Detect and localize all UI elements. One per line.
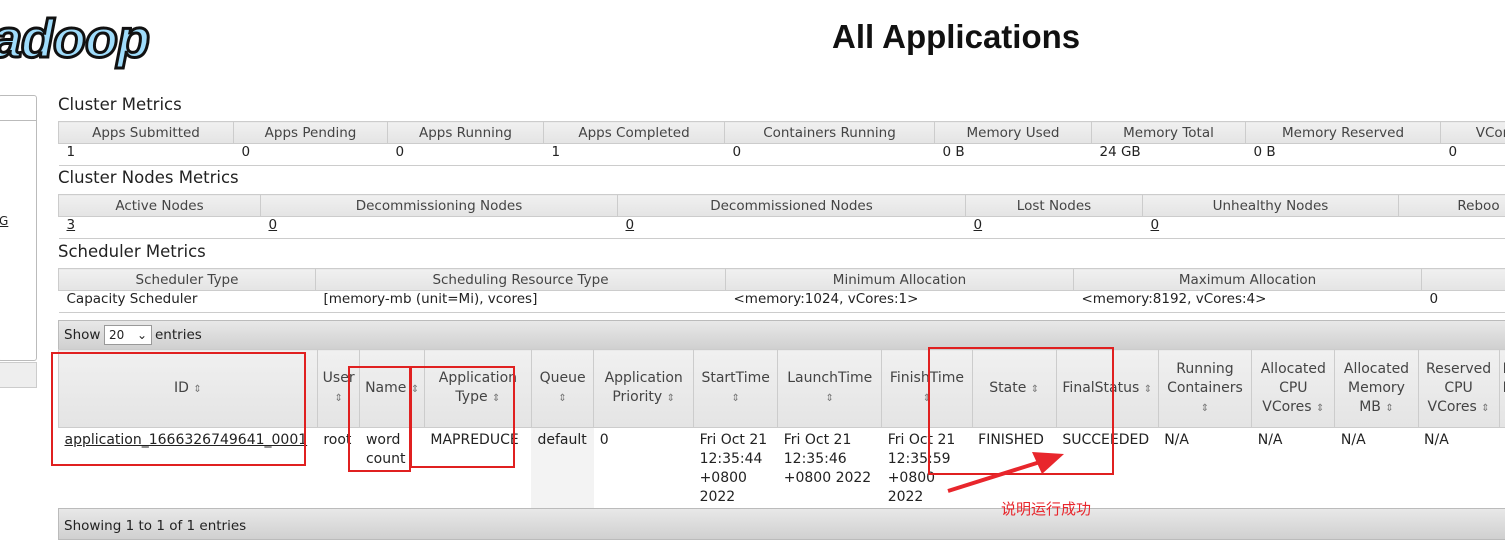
column-header: Apps Submitted (59, 122, 234, 144)
annotation-note: 说明运行成功 (1001, 498, 1091, 519)
column-header[interactable]: StartTime ⇕ (694, 350, 778, 428)
table-cell: 0 B (1246, 144, 1441, 166)
cluster-metrics-table: Apps SubmittedApps PendingApps RunningAp… (58, 121, 1505, 166)
table-cell: 0 (594, 428, 694, 511)
column-header: Reboo (1399, 195, 1505, 217)
table-cell: N/A (1418, 428, 1499, 511)
column-header[interactable]: LaunchTime ⇕ (778, 350, 882, 428)
table-cell: Capacity Scheduler (59, 291, 316, 313)
table-cell: default (531, 428, 593, 511)
column-header[interactable]: Reserved Memory MB ⇕ (1499, 350, 1505, 428)
column-header: VCores (1441, 122, 1505, 144)
table-cell (1399, 217, 1505, 239)
table-cell[interactable]: 0 (618, 217, 966, 239)
table-cell: <memory:1024, vCores:1> (726, 291, 1074, 313)
table-cell: 1 (59, 144, 234, 166)
cluster-nodes-metrics-title: Cluster Nodes Metrics (58, 168, 239, 187)
table-cell: Fri Oct 21 12:35:44 +0800 2022 (694, 428, 778, 511)
sort-icon: ⇕ (558, 393, 566, 404)
column-header: Minimum Allocation (726, 269, 1074, 291)
sort-icon: ⇕ (1201, 403, 1209, 414)
column-header[interactable]: Allocated CPU VCores ⇕ (1252, 350, 1335, 428)
cluster-nodes-metrics-table: Active NodesDecommissioning NodesDecommi… (58, 194, 1505, 239)
column-header (1422, 269, 1505, 291)
sidebar: G (0, 95, 37, 361)
sort-icon: ⇕ (667, 393, 675, 404)
table-cell: N/A (1499, 428, 1505, 511)
sort-icon: ⇕ (1385, 403, 1393, 414)
column-header: Apps Pending (234, 122, 388, 144)
column-header: Scheduler Type (59, 269, 316, 291)
table-cell: 0 (388, 144, 544, 166)
table-cell[interactable]: 0 (1143, 217, 1399, 239)
column-header: Apps Running (388, 122, 544, 144)
annotation-box-type (410, 366, 515, 468)
annotation-arrow-icon (940, 448, 1070, 498)
sort-icon: ⇕ (731, 393, 739, 404)
column-header[interactable]: Allocated Memory MB ⇕ (1335, 350, 1418, 428)
annotation-box-id (51, 352, 306, 466)
cluster-metrics-title: Cluster Metrics (58, 95, 182, 114)
sort-icon: ⇕ (1316, 403, 1324, 414)
table-cell: 0 (1441, 144, 1505, 166)
table-cell: N/A (1158, 428, 1252, 511)
table-cell: 0 (234, 144, 388, 166)
scheduler-metrics-table: Scheduler TypeScheduling Resource TypeMi… (58, 268, 1505, 313)
table-toolbar: Show 20 ⌄ entries (58, 320, 1505, 350)
table-footer: Showing 1 to 1 of 1 entries (58, 508, 1505, 540)
table-row: Capacity Scheduler[memory-mb (unit=Mi), … (59, 291, 1505, 313)
table-cell[interactable]: 0 (966, 217, 1143, 239)
column-header[interactable]: Reserved CPU VCores ⇕ (1418, 350, 1499, 428)
column-header: Maximum Allocation (1074, 269, 1422, 291)
table-cell: Fri Oct 21 12:35:46 +0800 2022 (778, 428, 882, 511)
column-header: Active Nodes (59, 195, 261, 217)
column-header: Scheduling Resource Type (316, 269, 726, 291)
table-cell[interactable]: 0 (261, 217, 618, 239)
column-header: Memory Used (935, 122, 1092, 144)
page-title: All Applications (832, 18, 1080, 56)
column-header: Memory Total (1092, 122, 1246, 144)
sidebar-link[interactable]: G (0, 214, 8, 228)
column-header: Apps Completed (544, 122, 725, 144)
sort-icon: ⇕ (826, 393, 834, 404)
table-cell: 0 B (935, 144, 1092, 166)
column-header: Lost Nodes (966, 195, 1143, 217)
table-row: 100100 B24 GB0 B0 (59, 144, 1505, 166)
show-label: Show (64, 327, 100, 343)
table-cell: 1 (544, 144, 725, 166)
page-size-value: 20 (109, 328, 124, 342)
column-header[interactable]: Application Priority ⇕ (594, 350, 694, 428)
column-header: Containers Running (725, 122, 935, 144)
column-header: Decommissioned Nodes (618, 195, 966, 217)
column-header: Unhealthy Nodes (1143, 195, 1399, 217)
chevron-down-icon: ⌄ (137, 326, 147, 344)
table-cell: 0 (1422, 291, 1505, 313)
entries-info: Showing 1 to 1 of 1 entries (64, 518, 246, 534)
column-header[interactable]: Queue ⇕ (531, 350, 593, 428)
sort-icon: ⇕ (1481, 403, 1489, 414)
sidebar-section (0, 362, 37, 388)
table-cell: <memory:8192, vCores:4> (1074, 291, 1422, 313)
hadoop-logo: adoop (0, 8, 149, 70)
column-header: Decommissioning Nodes (261, 195, 618, 217)
table-cell: [memory-mb (unit=Mi), vcores] (316, 291, 726, 313)
column-header[interactable]: Running Containers ⇕ (1158, 350, 1252, 428)
table-cell: N/A (1335, 428, 1418, 511)
scheduler-metrics-title: Scheduler Metrics (58, 242, 206, 261)
table-row: 30000 (59, 217, 1505, 239)
annotation-box-name (348, 366, 411, 472)
page-size-select[interactable]: 20 ⌄ (104, 325, 152, 345)
table-cell[interactable]: 3 (59, 217, 261, 239)
sort-icon: ⇕ (334, 393, 342, 404)
table-cell: 0 (725, 144, 935, 166)
column-header: Memory Reserved (1246, 122, 1441, 144)
table-cell: 24 GB (1092, 144, 1246, 166)
table-cell: N/A (1252, 428, 1335, 511)
entries-label: entries (155, 327, 202, 343)
sort-icon: ⇕ (1144, 384, 1152, 395)
